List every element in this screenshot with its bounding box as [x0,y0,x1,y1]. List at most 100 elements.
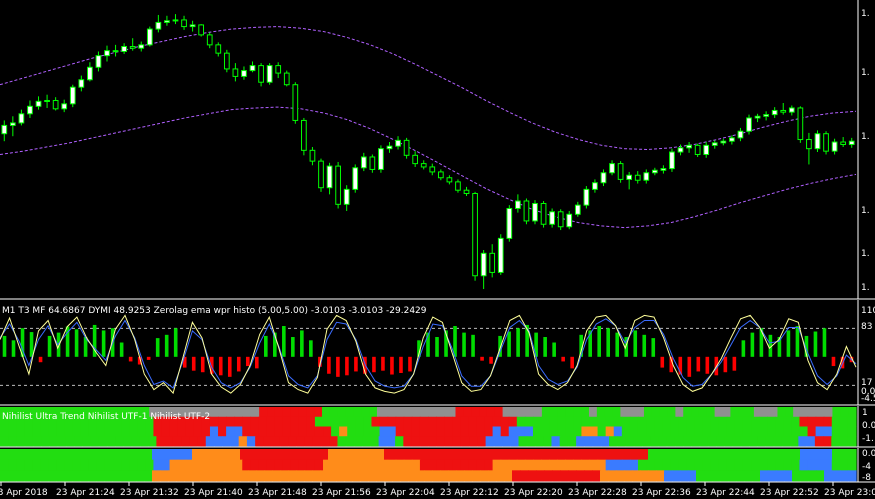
utf-cell [824,407,834,418]
utf-cell [152,470,161,482]
utf-cell [662,426,671,437]
utf-panel-2[interactable]: 0.0 -4-8 [0,448,875,483]
candle-body [1,124,8,135]
utf-cell [516,459,526,471]
histogram-bar-down [200,356,205,373]
utf-cell [734,426,744,437]
candle-body [112,50,119,53]
utf-cell [589,416,599,427]
utf-cell [24,436,34,447]
utf-cell [815,426,825,437]
utf-cell [567,436,577,447]
utf-cell [799,416,809,427]
utf-cell [609,436,618,447]
utf-cell [168,470,177,482]
utf-cell [592,470,601,482]
candle-body [309,149,316,162]
candle-body [318,160,324,189]
utf-cell [80,470,89,482]
utf-cell [185,459,195,471]
utf-cell [181,436,190,447]
histogram-bar-up [300,330,304,357]
utf-cell [831,436,841,447]
candle-body [172,19,179,22]
utf-cell [129,426,138,437]
candle-body [386,145,393,150]
utf-cell [651,407,661,418]
candle-body [44,99,50,102]
utf-cell [90,436,100,447]
utf-cell [32,470,41,482]
utf-cell [471,407,480,418]
chart-canvas[interactable]: 1. 1. 1. 1. 1. 1. M1 T3 MF 64.6867 DYMI 48.92… [0,0,875,499]
utf-cell [584,449,593,461]
utf-cell [144,470,153,482]
utf-cell [456,470,465,482]
utf-cell [371,459,381,471]
utf-cell [781,436,791,447]
utf-cell [612,407,621,418]
utf-cell [353,407,362,418]
histogram-bar-up [282,326,286,357]
utf-cell [250,416,260,427]
utf-cell [456,449,465,461]
utf2-tick-label: 0.0 [862,449,875,459]
utf-cell [824,470,833,482]
utf-cell [699,436,709,447]
utf-cell [0,426,9,437]
utf-cell [306,459,316,471]
utf-cell [392,449,401,461]
utf-cell [597,426,607,437]
utf-cell [82,436,92,447]
utf-cell [72,449,81,461]
utf-cell [384,449,393,461]
utf-cell [232,449,241,461]
utf-cell [544,449,553,461]
utf-cell [502,436,511,447]
utf-cell [113,426,122,437]
utf-cell [16,449,25,461]
utf-cell [98,436,108,447]
utf-cell [596,407,606,418]
utf-cell [831,426,841,437]
histogram-bar-up [264,335,268,357]
utf-cell [552,470,561,482]
utf-cell [40,449,49,461]
utf-cell [209,416,219,427]
utf-cell [104,470,113,482]
utf-cell [847,416,857,427]
candle-body [532,202,538,222]
utf-cell [280,449,289,461]
histogram-bar-down [381,356,385,371]
utf-cell [436,459,445,471]
utf-cell [605,459,615,471]
utf-cell [552,449,561,461]
time-label: 23 Apr 22:04 [376,488,435,498]
utf-cell [168,449,177,461]
utf-cell [176,470,185,482]
utf-cell [832,407,841,418]
utf-cell [331,426,340,437]
utf-cell [670,459,679,471]
candle-body [95,55,102,68]
utf-cell [250,459,260,471]
utf-cell [535,436,544,447]
utf-panel-1[interactable]: Nihilist Ultra Trend Nihilist UTF-1 Nihi… [0,406,875,448]
utf-cell [8,449,17,461]
utf-cell [516,416,526,427]
histogram-bar-up [750,332,755,357]
candle-body [378,148,384,170]
candle-body [369,156,376,170]
utf-cell [64,426,74,437]
candle-body [720,140,727,144]
utf-cell [376,449,385,461]
utf-cell [40,459,50,471]
utf-cell [686,459,696,471]
candle-body [617,163,624,180]
utf-cell [710,459,720,471]
utf-cell [526,407,535,418]
utf-cell [532,459,542,471]
utf-cell [128,470,137,482]
utf-cell [274,407,284,418]
utf-cell [129,459,138,471]
